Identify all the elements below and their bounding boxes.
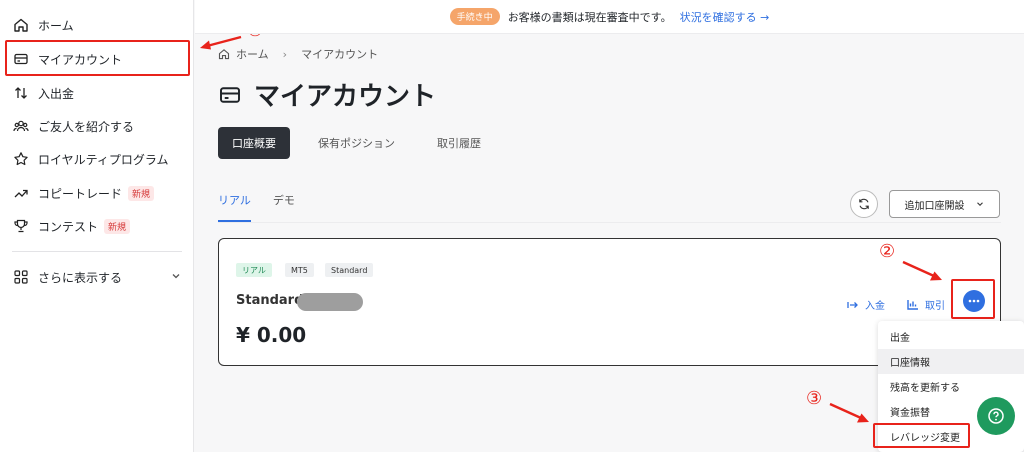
annotation-arrow-3 xyxy=(829,402,869,423)
tag-platform: MT5 xyxy=(285,263,314,277)
sidebar-item-label: さらに表示する xyxy=(38,270,123,285)
sidebar-item-loyalty[interactable]: ロイヤルティプログラム xyxy=(12,145,188,173)
sidebar-item-home[interactable]: ホーム xyxy=(12,11,188,39)
breadcrumb-home[interactable]: ホーム xyxy=(236,46,269,62)
wallet-card-icon xyxy=(12,50,30,68)
account-balance: ¥ 0.00 xyxy=(236,323,307,347)
star-icon xyxy=(12,150,30,168)
sidebar-item-label: 入出金 xyxy=(38,86,75,101)
account-type-tabs: リアル デモ xyxy=(218,192,317,222)
sidebar-item-label: ロイヤルティプログラム xyxy=(38,152,169,167)
sidebar-item-label: コンテスト xyxy=(38,219,99,234)
sidebar-item-copy-trade[interactable]: コピートレード 新規 xyxy=(12,179,188,207)
tab-demo[interactable]: デモ xyxy=(273,192,295,222)
trade-label: 取引 xyxy=(925,301,945,312)
banner-text: お客様の書類は現在審査中です。 xyxy=(507,10,672,24)
annotation-number-3: ③ xyxy=(806,388,823,409)
refresh-button[interactable] xyxy=(850,190,878,218)
main-tabs: 口座概要 保有ポジション 取引履歴 xyxy=(218,127,509,159)
sidebar-item-contest[interactable]: コンテスト 新規 xyxy=(12,212,188,240)
sidebar-item-refer-friend[interactable]: ご友人を紹介する xyxy=(12,112,188,140)
annotation-arrow-2 xyxy=(902,260,942,281)
tab-open-positions[interactable]: 保有ポジション xyxy=(304,127,409,159)
deposit-link[interactable]: 入金 xyxy=(847,297,885,312)
sidebar-item-label: ホーム xyxy=(38,18,74,33)
deposit-label: 入金 xyxy=(865,301,885,312)
account-number-masked xyxy=(297,293,363,311)
trade-link[interactable]: 取引 xyxy=(907,297,945,312)
sidebar-divider xyxy=(12,251,182,252)
trend-up-icon xyxy=(12,184,30,202)
sidebar-item-label: ご友人を紹介する xyxy=(38,119,135,134)
sidebar-item-deposit-withdraw[interactable]: 入出金 xyxy=(12,79,188,107)
chevron-right-icon: › xyxy=(282,47,288,61)
tabs-divider xyxy=(218,222,1001,223)
breadcrumb-current: マイアカウント xyxy=(301,48,379,61)
account-name: Standard xyxy=(236,293,304,308)
menu-item-account-info[interactable]: 口座情報 xyxy=(878,349,1024,374)
chart-bar-icon xyxy=(907,299,919,310)
more-options-button[interactable] xyxy=(963,290,985,312)
check-status-link[interactable]: 状況を確認する → xyxy=(680,9,770,25)
sidebar-item-label: マイアカウント xyxy=(38,52,123,67)
home-icon[interactable] xyxy=(218,48,230,60)
home-icon xyxy=(12,16,30,34)
question-icon xyxy=(987,407,1005,425)
tag-real: リアル xyxy=(236,263,272,277)
sidebar-item-show-more[interactable]: さらに表示する xyxy=(12,263,188,291)
add-account-button[interactable]: 追加口座開設 xyxy=(889,190,1000,218)
page-title: マイアカウント xyxy=(218,76,436,113)
help-chat-button[interactable] xyxy=(977,397,1015,435)
menu-item-withdraw[interactable]: 出金 xyxy=(878,324,1024,349)
more-dots-icon xyxy=(968,299,980,303)
status-banner: 手続き中 お客様の書類は現在審査中です。 状況を確認する → xyxy=(195,0,1024,34)
status-pill: 手続き中 xyxy=(449,8,500,25)
new-badge: 新規 xyxy=(104,218,131,234)
transfer-arrows-icon xyxy=(12,84,30,102)
tab-account-overview[interactable]: 口座概要 xyxy=(218,127,290,159)
grid-icon xyxy=(12,268,30,286)
add-account-label: 追加口座開設 xyxy=(904,200,965,212)
tag-account-type: Standard xyxy=(325,263,374,277)
sidebar-item-label: コピートレード xyxy=(38,186,123,201)
users-icon xyxy=(12,117,30,135)
tab-trade-history[interactable]: 取引履歴 xyxy=(423,127,495,159)
breadcrumb: ホーム › マイアカウント xyxy=(218,46,378,62)
sidebar: ホーム マイアカウント 入出金 ご友人を紹介する ロイヤルティプログラム コピー… xyxy=(0,0,194,452)
refresh-icon xyxy=(857,197,871,211)
sidebar-item-my-account[interactable]: マイアカウント xyxy=(12,45,188,73)
wallet-card-icon xyxy=(218,83,242,107)
chevron-down-icon xyxy=(170,270,182,285)
chevron-down-icon xyxy=(975,199,985,209)
deposit-arrow-icon xyxy=(847,300,859,310)
menu-item-refresh-balance[interactable]: 残高を更新する xyxy=(878,374,1024,399)
annotation-number-2: ② xyxy=(879,241,896,262)
page-title-text: マイアカウント xyxy=(254,82,437,112)
tab-real[interactable]: リアル xyxy=(218,192,251,222)
new-badge: 新規 xyxy=(128,185,155,201)
trophy-icon xyxy=(12,217,30,235)
